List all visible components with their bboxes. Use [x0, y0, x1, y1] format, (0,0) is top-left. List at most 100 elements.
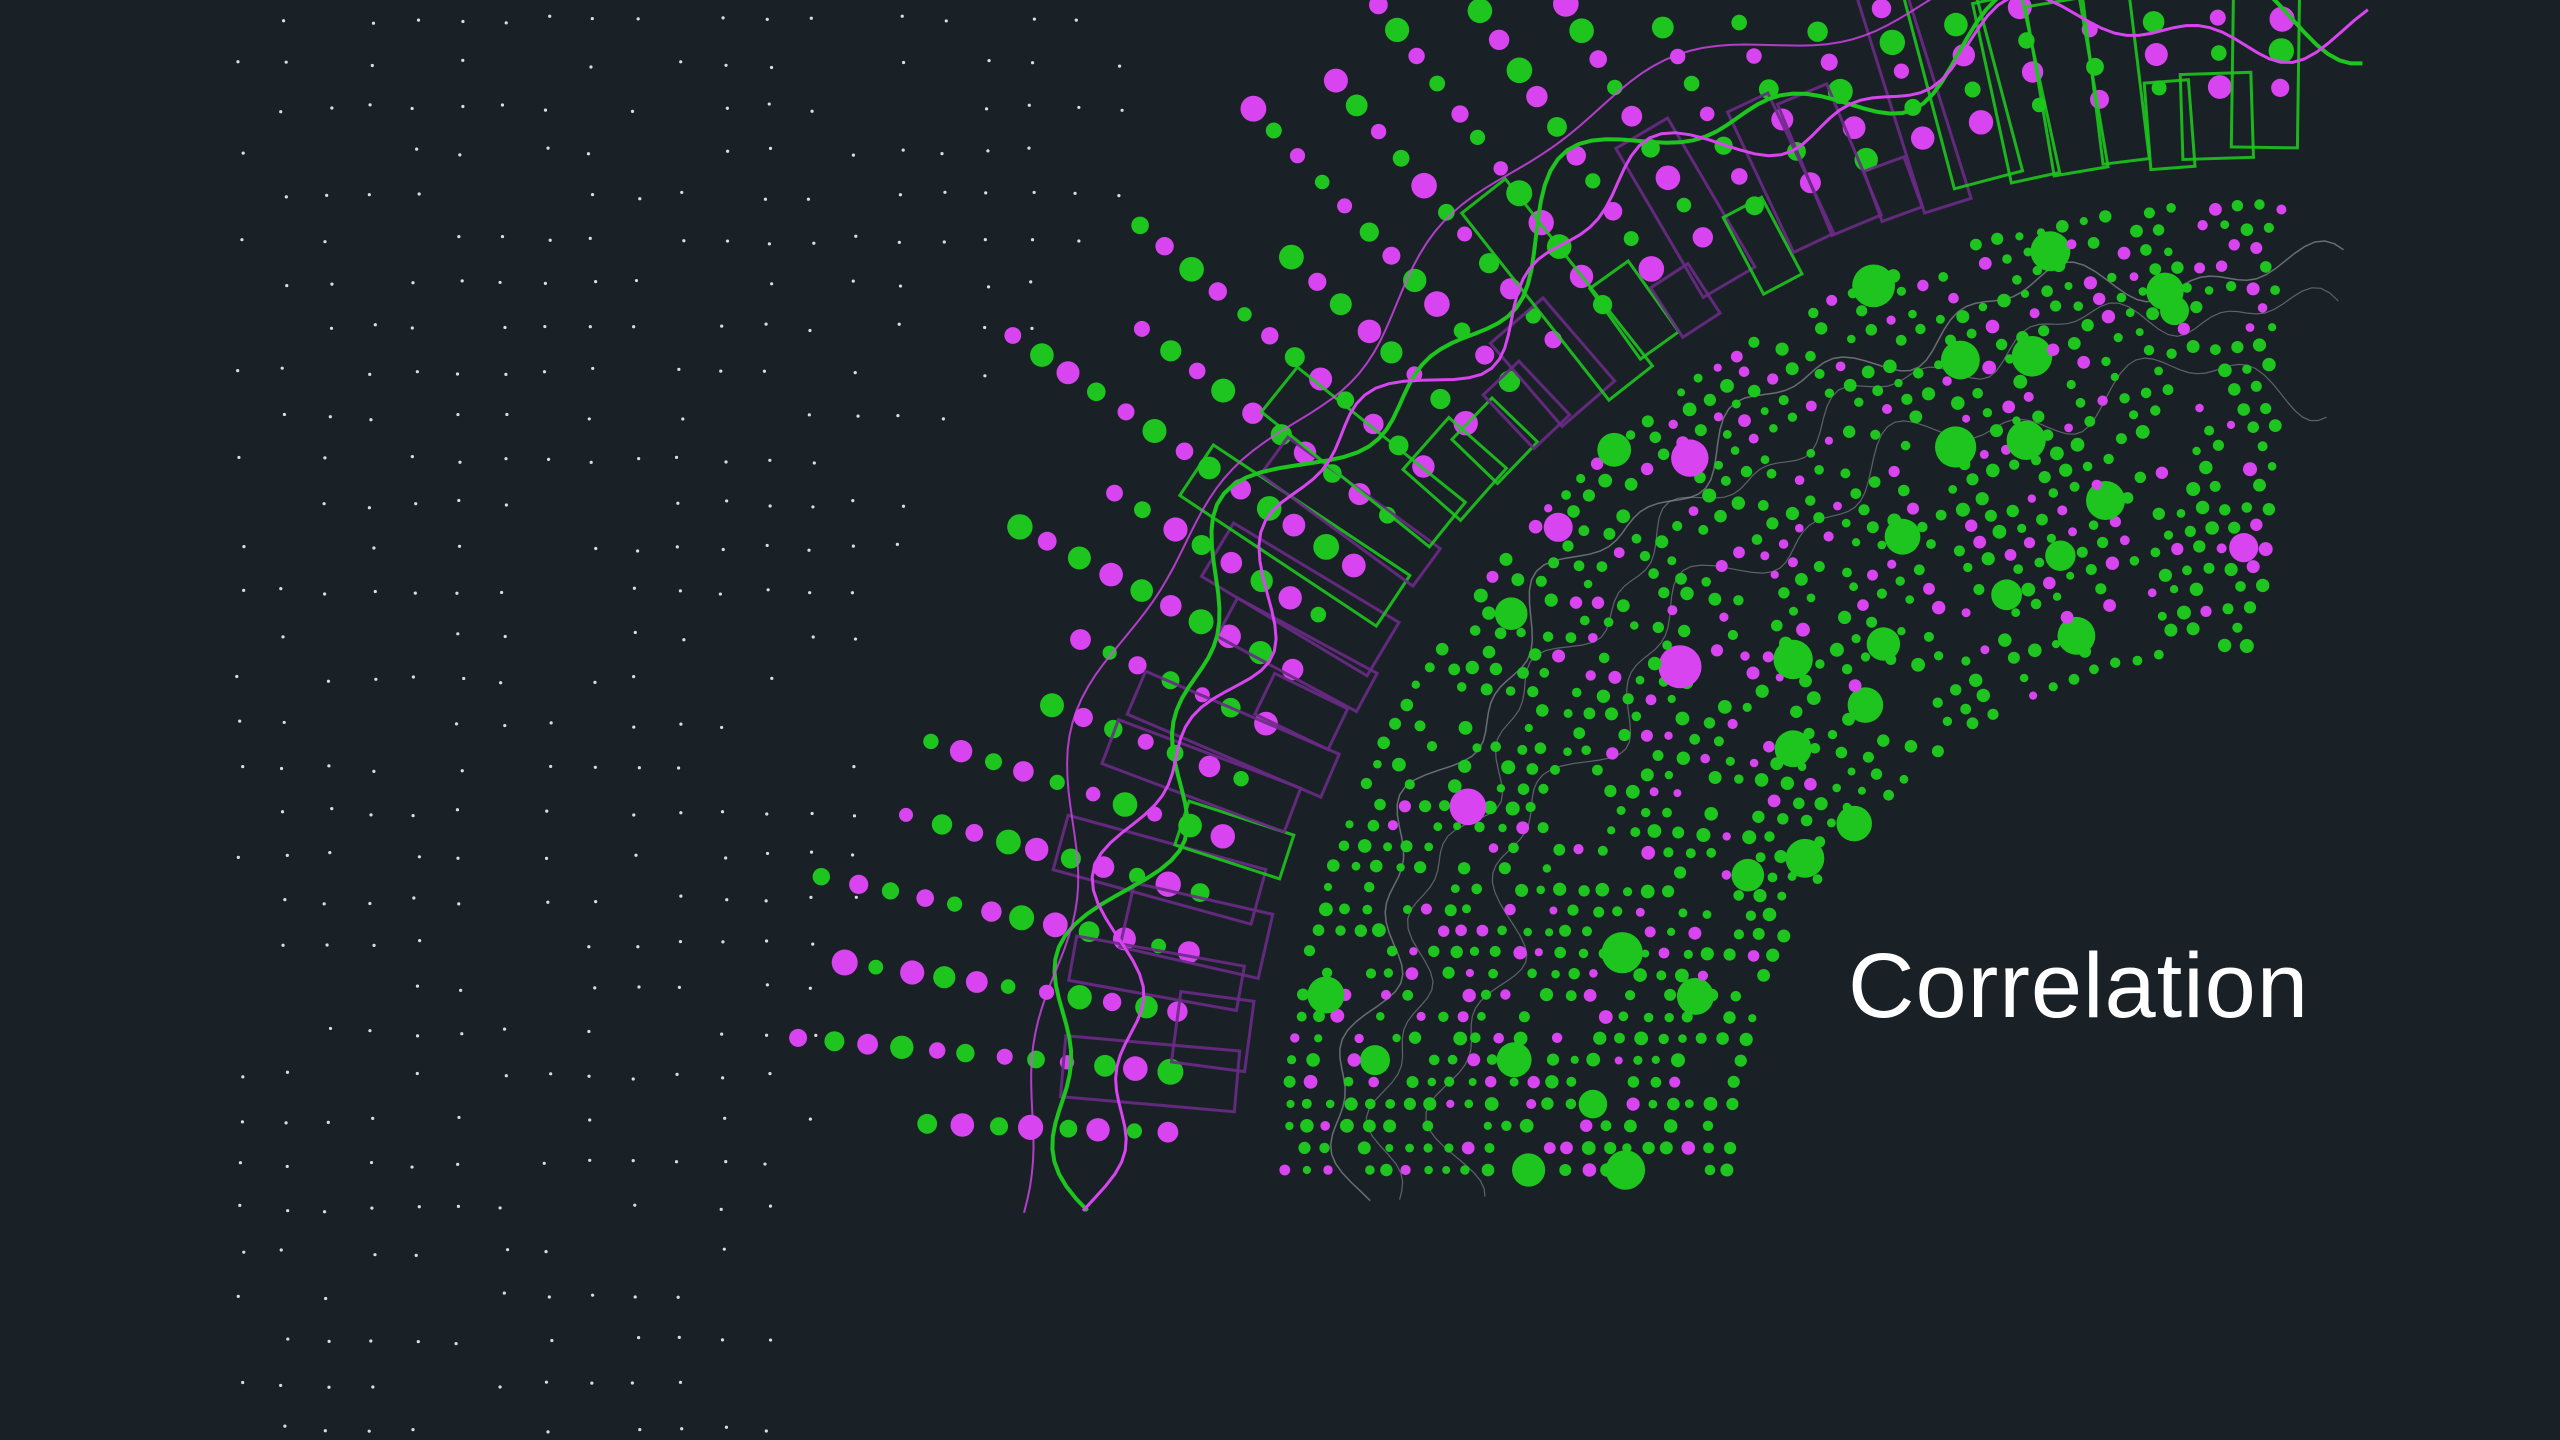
star-dot	[280, 366, 284, 370]
grid-dot	[1312, 924, 1325, 936]
grid-dot	[1641, 807, 1651, 818]
grid-dot	[1866, 616, 1878, 628]
star-dot	[1117, 64, 1122, 68]
grid-dot	[1640, 768, 1654, 782]
star-dot	[765, 812, 769, 816]
star-dot	[410, 326, 414, 330]
grid-dot	[1685, 848, 1696, 859]
grid-dot	[2007, 651, 2020, 664]
grid-dot	[1835, 746, 1848, 759]
star-dot	[285, 1070, 290, 1074]
grid-dot	[2056, 220, 2069, 233]
grid-dot	[1551, 1032, 1563, 1044]
grid-dot	[1402, 989, 1414, 1001]
grid-dot	[2150, 405, 2161, 416]
grid-dot	[1392, 757, 1406, 772]
grid-dot	[1754, 773, 1769, 787]
star-dot	[1029, 280, 1033, 284]
grid-dot	[2121, 492, 2134, 504]
grid-dot	[2019, 673, 2029, 683]
grid-dot	[1409, 947, 1418, 956]
grid-dot	[2086, 481, 2125, 520]
grid-dot	[2029, 691, 2038, 700]
star-dot	[943, 190, 947, 194]
grid-dot	[1649, 787, 1659, 797]
grid-dot	[1489, 662, 1503, 676]
star-dot	[503, 325, 507, 330]
star-dot	[718, 592, 722, 596]
grid-dot	[1963, 562, 1973, 573]
star-dot	[591, 366, 595, 371]
grid-dot	[2246, 282, 2260, 296]
star-dot	[588, 236, 592, 241]
grid-dot	[1733, 595, 1744, 606]
grid-dot	[1703, 1096, 1718, 1111]
ray-dot	[1526, 85, 1548, 108]
star-dot	[458, 460, 462, 464]
grid-dot	[1748, 1014, 1757, 1023]
grid-dot	[1882, 404, 1892, 414]
star-dot	[374, 677, 378, 681]
grid-dot	[1319, 1142, 1330, 1154]
ray-dot	[1341, 553, 1366, 578]
grid-dot	[1656, 970, 1667, 981]
grid-dot	[1624, 477, 1638, 491]
ray-dot	[881, 882, 900, 900]
ray-dot	[812, 868, 830, 886]
ray-dot	[947, 896, 963, 912]
star-dot	[549, 1072, 553, 1076]
star-dot	[279, 1248, 283, 1252]
star-dot	[675, 1072, 679, 1076]
grid-dot	[1981, 552, 1995, 566]
grid-dot	[1481, 1163, 1495, 1177]
grid-dot	[1672, 826, 1685, 839]
grid-dot	[2140, 387, 2152, 399]
star-dot	[721, 547, 725, 552]
ray-dot	[1049, 774, 1065, 791]
grid-dot	[1465, 660, 1480, 675]
grid-dot	[1978, 302, 1988, 312]
grid-dot	[2021, 582, 2036, 597]
grid-dot	[1901, 393, 1913, 405]
star-dot	[544, 1380, 549, 1384]
grid-dot	[1365, 968, 1377, 979]
grid-dot	[1767, 373, 1779, 385]
star-dot	[768, 146, 773, 150]
grid-dot	[1682, 402, 1697, 417]
grid-dot	[1573, 560, 1585, 572]
star-dot	[1073, 191, 1077, 195]
grid-dot	[2242, 364, 2252, 374]
grid-dot	[2041, 285, 2053, 298]
grid-dot	[1973, 535, 1987, 549]
ray-dot	[1242, 402, 1264, 424]
slide-title: Correlation	[1848, 935, 2309, 1037]
star-dot	[238, 1203, 242, 1207]
star-dot	[414, 1253, 418, 1257]
grid-dot	[1724, 1141, 1737, 1155]
ray-dot	[1188, 362, 1206, 380]
star-dot	[416, 1339, 420, 1344]
grid-dot	[1688, 926, 1702, 940]
grid-dot	[1780, 776, 1795, 790]
grid-dot	[1733, 929, 1744, 940]
grid-dot	[2222, 603, 2234, 615]
star-dot	[504, 1074, 508, 1078]
ray-dot	[1308, 272, 1327, 291]
star-dot	[593, 765, 597, 769]
grid-dot	[1616, 806, 1626, 815]
star-dot	[632, 325, 636, 329]
grid-dot	[1509, 1077, 1519, 1087]
grid-dot	[2045, 540, 2076, 571]
star-dot	[548, 238, 552, 242]
grid-dot	[1748, 336, 1760, 348]
star-dot	[1077, 105, 1081, 110]
ray-dot	[1553, 0, 1579, 17]
star-dot	[498, 1385, 502, 1389]
star-dot	[682, 638, 686, 642]
star-dot	[811, 942, 815, 946]
star-dot	[279, 1383, 283, 1388]
ray-dot	[1638, 256, 1665, 282]
star-dot	[768, 1338, 773, 1342]
grid-dot	[2002, 400, 2016, 414]
grid-dot	[1742, 702, 1752, 713]
